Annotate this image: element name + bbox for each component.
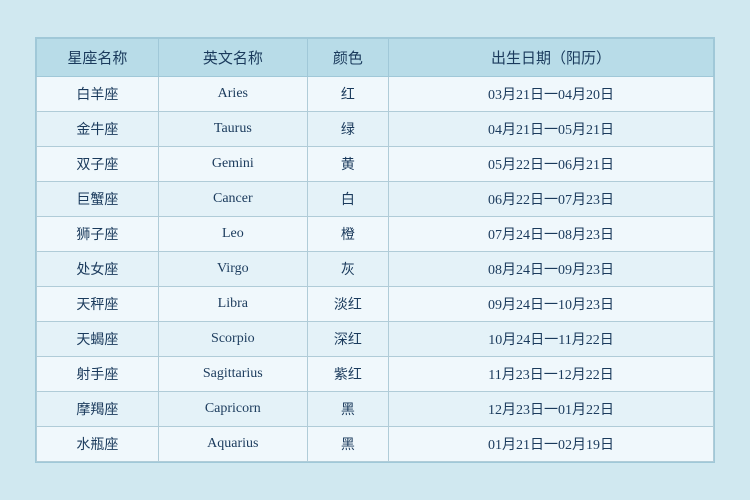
cell-cn: 射手座 xyxy=(37,357,159,392)
table-row: 白羊座Aries红03月21日一04月20日 xyxy=(37,77,714,112)
cell-color: 灰 xyxy=(307,252,388,287)
cell-color: 紫红 xyxy=(307,357,388,392)
cell-en: Cancer xyxy=(158,182,307,217)
header-en: 英文名称 xyxy=(158,39,307,77)
cell-cn: 处女座 xyxy=(37,252,159,287)
cell-en: Scorpio xyxy=(158,322,307,357)
cell-en: Virgo xyxy=(158,252,307,287)
header-color: 颜色 xyxy=(307,39,388,77)
cell-en: Gemini xyxy=(158,147,307,182)
cell-date: 03月21日一04月20日 xyxy=(389,77,714,112)
cell-color: 绿 xyxy=(307,112,388,147)
cell-date: 11月23日一12月22日 xyxy=(389,357,714,392)
cell-color: 黑 xyxy=(307,427,388,462)
cell-en: Capricorn xyxy=(158,392,307,427)
cell-date: 06月22日一07月23日 xyxy=(389,182,714,217)
cell-cn: 摩羯座 xyxy=(37,392,159,427)
table-row: 双子座Gemini黄05月22日一06月21日 xyxy=(37,147,714,182)
table-row: 处女座Virgo灰08月24日一09月23日 xyxy=(37,252,714,287)
cell-date: 09月24日一10月23日 xyxy=(389,287,714,322)
cell-cn: 天蝎座 xyxy=(37,322,159,357)
header-cn: 星座名称 xyxy=(37,39,159,77)
cell-color: 黑 xyxy=(307,392,388,427)
cell-en: Sagittarius xyxy=(158,357,307,392)
cell-cn: 金牛座 xyxy=(37,112,159,147)
cell-color: 黄 xyxy=(307,147,388,182)
table-row: 摩羯座Capricorn黑12月23日一01月22日 xyxy=(37,392,714,427)
cell-color: 淡红 xyxy=(307,287,388,322)
cell-date: 12月23日一01月22日 xyxy=(389,392,714,427)
cell-cn: 双子座 xyxy=(37,147,159,182)
cell-color: 深红 xyxy=(307,322,388,357)
cell-en: Aries xyxy=(158,77,307,112)
table-row: 金牛座Taurus绿04月21日一05月21日 xyxy=(37,112,714,147)
cell-date: 10月24日一11月22日 xyxy=(389,322,714,357)
cell-date: 04月21日一05月21日 xyxy=(389,112,714,147)
table-row: 天秤座Libra淡红09月24日一10月23日 xyxy=(37,287,714,322)
cell-color: 红 xyxy=(307,77,388,112)
header-date: 出生日期（阳历） xyxy=(389,39,714,77)
table-header-row: 星座名称 英文名称 颜色 出生日期（阳历） xyxy=(37,39,714,77)
cell-date: 01月21日一02月19日 xyxy=(389,427,714,462)
table-row: 巨蟹座Cancer白06月22日一07月23日 xyxy=(37,182,714,217)
table-row: 水瓶座Aquarius黑01月21日一02月19日 xyxy=(37,427,714,462)
cell-en: Libra xyxy=(158,287,307,322)
cell-en: Aquarius xyxy=(158,427,307,462)
cell-en: Taurus xyxy=(158,112,307,147)
cell-cn: 白羊座 xyxy=(37,77,159,112)
cell-date: 08月24日一09月23日 xyxy=(389,252,714,287)
table-row: 天蝎座Scorpio深红10月24日一11月22日 xyxy=(37,322,714,357)
cell-en: Leo xyxy=(158,217,307,252)
table-row: 狮子座Leo橙07月24日一08月23日 xyxy=(37,217,714,252)
cell-cn: 狮子座 xyxy=(37,217,159,252)
cell-date: 05月22日一06月21日 xyxy=(389,147,714,182)
cell-color: 白 xyxy=(307,182,388,217)
cell-color: 橙 xyxy=(307,217,388,252)
cell-cn: 天秤座 xyxy=(37,287,159,322)
cell-cn: 水瓶座 xyxy=(37,427,159,462)
zodiac-table: 星座名称 英文名称 颜色 出生日期（阳历） 白羊座Aries红03月21日一04… xyxy=(35,37,715,463)
cell-date: 07月24日一08月23日 xyxy=(389,217,714,252)
table-row: 射手座Sagittarius紫红11月23日一12月22日 xyxy=(37,357,714,392)
cell-cn: 巨蟹座 xyxy=(37,182,159,217)
